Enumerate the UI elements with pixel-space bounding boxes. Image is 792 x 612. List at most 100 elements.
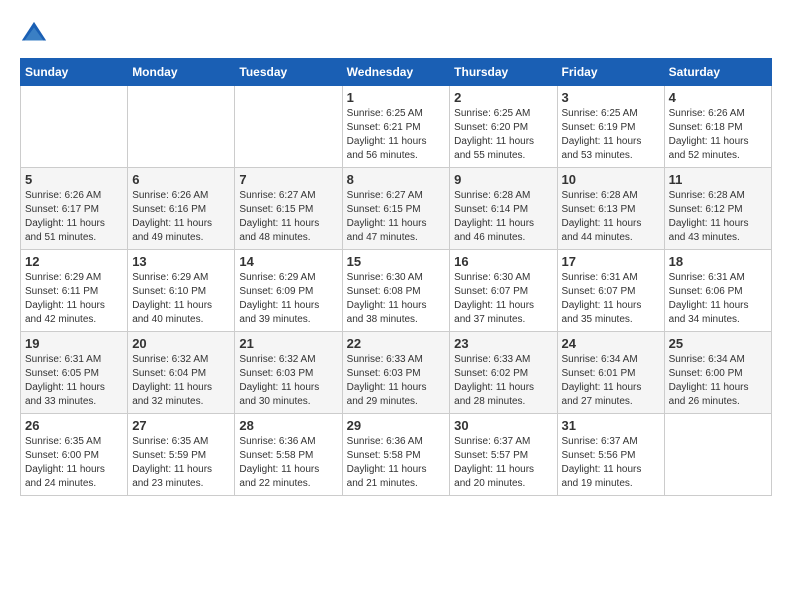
day-info: Sunrise: 6:28 AM Sunset: 6:14 PM Dayligh… [454,189,552,245]
calendar-cell: 8 Sunrise: 6:27 AM Sunset: 6:15 PM Daylig… [342,168,450,250]
weekday-header: Friday [557,59,664,86]
day-info: Sunrise: 6:26 AM Sunset: 6:17 PM Dayligh… [25,189,123,245]
day-number: 11 [669,172,767,187]
day-info: Sunrise: 6:37 AM Sunset: 5:57 PM Dayligh… [454,435,552,491]
day-number: 15 [347,254,446,269]
day-info: Sunrise: 6:26 AM Sunset: 6:18 PM Dayligh… [669,107,767,163]
calendar-cell: 11 Sunrise: 6:28 AM Sunset: 6:12 PM Dayli… [664,168,771,250]
calendar-cell: 7Sunrise: 6:27 AM Sunset: 6:15 PM Daylig… [235,168,342,250]
calendar-cell: 2Sunrise: 6:25 AM Sunset: 6:20 PM Daylig… [450,86,557,168]
calendar-cell: 16 Sunrise: 6:30 AM Sunset: 6:07 PM Dayli… [450,250,557,332]
calendar-cell: 15Sunrise: 6:30 AM Sunset: 6:08 PM Dayli… [342,250,450,332]
day-number: 3 [562,90,660,105]
day-info: Sunrise: 6:35 AM Sunset: 5:59 PM Dayligh… [132,435,230,491]
day-info: Sunrise: 6:32 AM Sunset: 6:03 PM Dayligh… [239,353,337,409]
calendar-cell: 23 Sunrise: 6:33 AM Sunset: 6:02 PM Dayli… [450,332,557,414]
day-info: Sunrise: 6:31 AM Sunset: 6:06 PM Dayligh… [669,271,767,327]
day-number: 17 [562,254,660,269]
day-number: 8 [347,172,446,187]
day-info: Sunrise: 6:28 AM Sunset: 6:13 PM Dayligh… [562,189,660,245]
day-number: 12 [25,254,123,269]
day-number: 9 [454,172,552,187]
calendar-cell: 28Sunrise: 6:36 AM Sunset: 5:58 PM Dayli… [235,414,342,496]
day-info: Sunrise: 6:37 AM Sunset: 5:56 PM Dayligh… [562,435,660,491]
calendar-cell: 10 Sunrise: 6:28 AM Sunset: 6:13 PM Dayli… [557,168,664,250]
weekday-header: Tuesday [235,59,342,86]
calendar-week-row: 19 Sunrise: 6:31 AM Sunset: 6:05 PM Dayli… [21,332,772,414]
weekday-header: Wednesday [342,59,450,86]
day-number: 20 [132,336,230,351]
logo [20,20,52,48]
day-info: Sunrise: 6:30 AM Sunset: 6:07 PM Dayligh… [454,271,552,327]
calendar-cell: 14 Sunrise: 6:29 AM Sunset: 6:09 PM Dayli… [235,250,342,332]
day-number: 29 [347,418,446,433]
calendar-cell: 13 Sunrise: 6:29 AM Sunset: 6:10 PM Dayli… [128,250,235,332]
day-info: Sunrise: 6:29 AM Sunset: 6:11 PM Dayligh… [25,271,123,327]
day-info: Sunrise: 6:29 AM Sunset: 6:10 PM Dayligh… [132,271,230,327]
calendar-cell: 31 Sunrise: 6:37 AM Sunset: 5:56 PM Dayli… [557,414,664,496]
day-number: 6 [132,172,230,187]
calendar-week-row: 5 Sunrise: 6:26 AM Sunset: 6:17 PM Daylig… [21,168,772,250]
weekday-header: Monday [128,59,235,86]
day-number: 19 [25,336,123,351]
calendar-week-row: 26Sunrise: 6:35 AM Sunset: 6:00 PM Dayli… [21,414,772,496]
day-info: Sunrise: 6:25 AM Sunset: 6:20 PM Dayligh… [454,107,552,163]
day-info: Sunrise: 6:33 AM Sunset: 6:02 PM Dayligh… [454,353,552,409]
day-number: 14 [239,254,337,269]
day-info: Sunrise: 6:28 AM Sunset: 6:12 PM Dayligh… [669,189,767,245]
day-number: 16 [454,254,552,269]
day-info: Sunrise: 6:32 AM Sunset: 6:04 PM Dayligh… [132,353,230,409]
day-number: 21 [239,336,337,351]
day-number: 22 [347,336,446,351]
weekday-header: Saturday [664,59,771,86]
day-info: Sunrise: 6:29 AM Sunset: 6:09 PM Dayligh… [239,271,337,327]
calendar-cell [21,86,128,168]
calendar-cell: 3 Sunrise: 6:25 AM Sunset: 6:19 PM Daylig… [557,86,664,168]
day-number: 30 [454,418,552,433]
day-info: Sunrise: 6:26 AM Sunset: 6:16 PM Dayligh… [132,189,230,245]
calendar-cell: 25 Sunrise: 6:34 AM Sunset: 6:00 PM Dayli… [664,332,771,414]
calendar-cell: 27Sunrise: 6:35 AM Sunset: 5:59 PM Dayli… [128,414,235,496]
day-number: 18 [669,254,767,269]
calendar-cell: 22 Sunrise: 6:33 AM Sunset: 6:03 PM Dayli… [342,332,450,414]
day-info: Sunrise: 6:36 AM Sunset: 5:58 PM Dayligh… [239,435,337,491]
weekday-header: Sunday [21,59,128,86]
calendar-cell: 12 Sunrise: 6:29 AM Sunset: 6:11 PM Dayli… [21,250,128,332]
day-info: Sunrise: 6:35 AM Sunset: 6:00 PM Dayligh… [25,435,123,491]
day-info: Sunrise: 6:25 AM Sunset: 6:19 PM Dayligh… [562,107,660,163]
calendar-cell: 29 Sunrise: 6:36 AM Sunset: 5:58 PM Dayli… [342,414,450,496]
day-number: 5 [25,172,123,187]
calendar-cell: 21 Sunrise: 6:32 AM Sunset: 6:03 PM Dayli… [235,332,342,414]
day-number: 23 [454,336,552,351]
calendar-cell: 9 Sunrise: 6:28 AM Sunset: 6:14 PM Daylig… [450,168,557,250]
day-info: Sunrise: 6:34 AM Sunset: 6:00 PM Dayligh… [669,353,767,409]
calendar-cell [128,86,235,168]
day-number: 7 [239,172,337,187]
day-number: 31 [562,418,660,433]
calendar-cell [664,414,771,496]
day-info: Sunrise: 6:33 AM Sunset: 6:03 PM Dayligh… [347,353,446,409]
calendar-cell: 5 Sunrise: 6:26 AM Sunset: 6:17 PM Daylig… [21,168,128,250]
day-info: Sunrise: 6:31 AM Sunset: 6:05 PM Dayligh… [25,353,123,409]
calendar-cell: 26Sunrise: 6:35 AM Sunset: 6:00 PM Dayli… [21,414,128,496]
calendar-cell: 19 Sunrise: 6:31 AM Sunset: 6:05 PM Dayli… [21,332,128,414]
day-info: Sunrise: 6:27 AM Sunset: 6:15 PM Dayligh… [347,189,446,245]
calendar-week-row: 12 Sunrise: 6:29 AM Sunset: 6:11 PM Dayli… [21,250,772,332]
day-number: 4 [669,90,767,105]
day-number: 10 [562,172,660,187]
calendar-cell: 4 Sunrise: 6:26 AM Sunset: 6:18 PM Daylig… [664,86,771,168]
day-info: Sunrise: 6:36 AM Sunset: 5:58 PM Dayligh… [347,435,446,491]
day-info: Sunrise: 6:25 AM Sunset: 6:21 PM Dayligh… [347,107,446,163]
day-info: Sunrise: 6:31 AM Sunset: 6:07 PM Dayligh… [562,271,660,327]
calendar-table: SundayMondayTuesdayWednesdayThursdayFrid… [20,58,772,496]
calendar-cell: 17 Sunrise: 6:31 AM Sunset: 6:07 PM Dayli… [557,250,664,332]
day-number: 13 [132,254,230,269]
calendar-header-row: SundayMondayTuesdayWednesdayThursdayFrid… [21,59,772,86]
calendar-cell: 30 Sunrise: 6:37 AM Sunset: 5:57 PM Dayli… [450,414,557,496]
day-number: 24 [562,336,660,351]
day-number: 25 [669,336,767,351]
logo-icon [20,20,48,48]
calendar-cell: 6 Sunrise: 6:26 AM Sunset: 6:16 PM Daylig… [128,168,235,250]
day-number: 1 [347,90,446,105]
calendar-cell [235,86,342,168]
